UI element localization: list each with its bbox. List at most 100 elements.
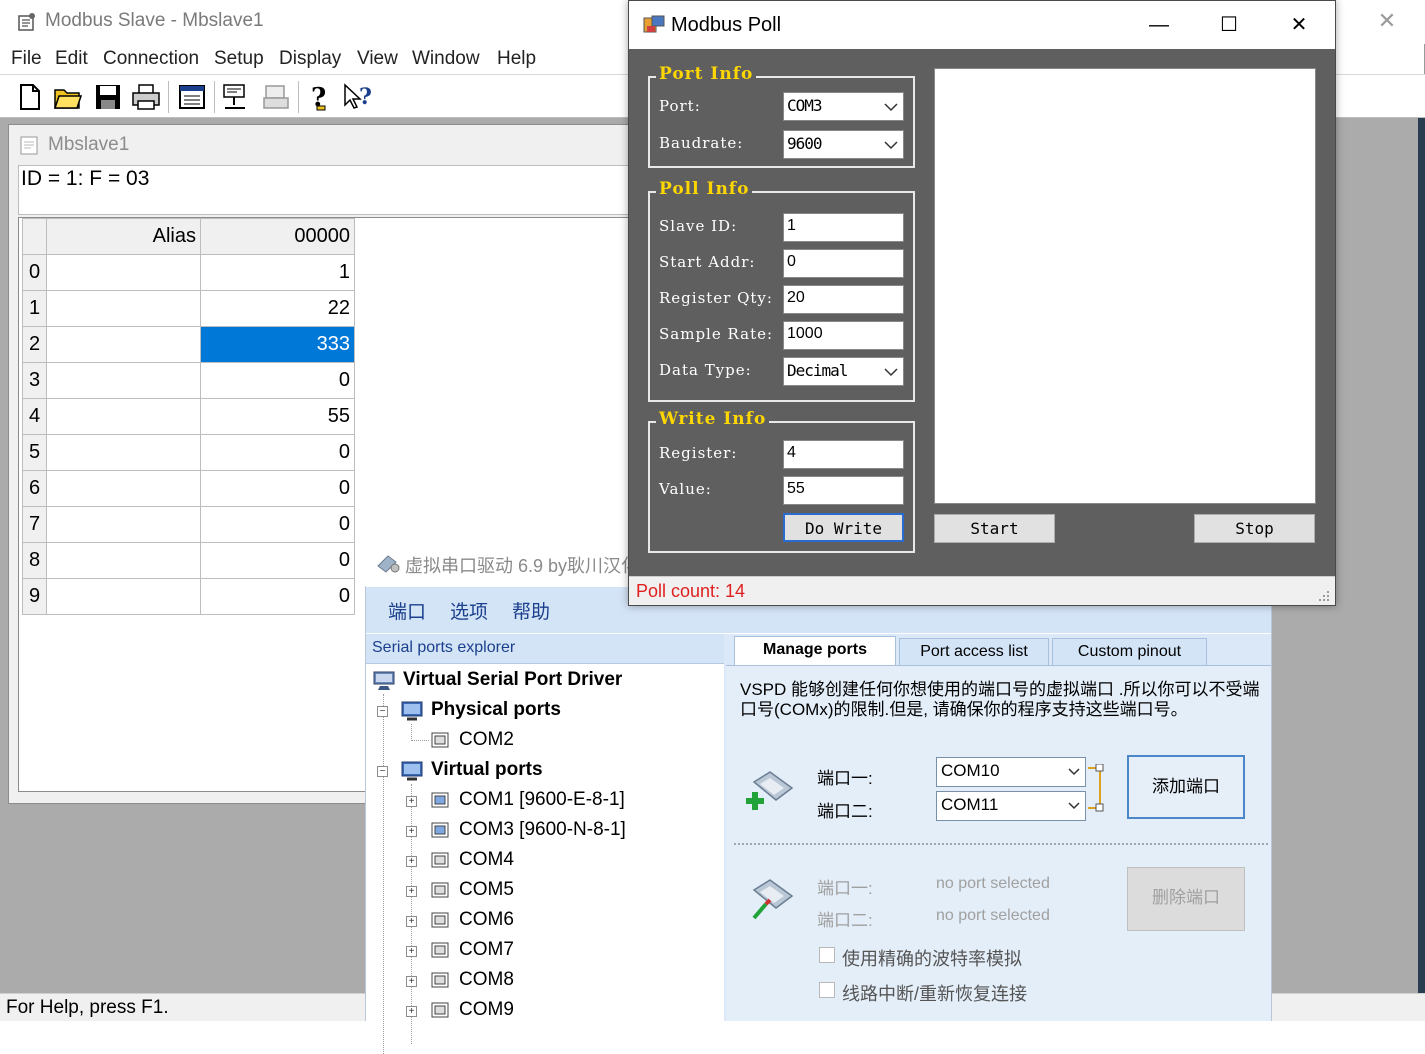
value-input[interactable]: 55 xyxy=(783,476,904,505)
slave-id-input[interactable]: 1 xyxy=(783,213,904,242)
tree-item-com7[interactable]: COM7 xyxy=(459,939,514,961)
tree-item-com3[interactable]: COM3 [9600-N-8-1] xyxy=(459,819,626,841)
alias-cell[interactable] xyxy=(46,362,201,399)
table-row[interactable]: 80 xyxy=(22,542,355,579)
table-row[interactable]: 30 xyxy=(22,362,355,399)
alias-cell[interactable] xyxy=(46,398,201,435)
menu-help[interactable]: Help xyxy=(497,48,536,70)
menu-display[interactable]: Display xyxy=(279,48,341,70)
alias-cell[interactable] xyxy=(46,254,201,291)
expand-icon[interactable]: + xyxy=(406,976,417,987)
tree-item-com8[interactable]: COM8 xyxy=(459,969,514,991)
tab-custom-pinout[interactable]: Custom pinout xyxy=(1052,638,1207,666)
value-cell[interactable]: 0 xyxy=(200,542,355,579)
context-help-icon[interactable]: ? xyxy=(342,81,374,113)
value-cell[interactable]: 0 xyxy=(200,362,355,399)
resize-grip-icon[interactable] xyxy=(1315,589,1331,605)
tree-item-com6[interactable]: COM6 xyxy=(459,909,514,931)
expand-icon[interactable]: + xyxy=(406,946,417,957)
table-row[interactable]: 2 333 xyxy=(22,326,355,363)
slave-close-button[interactable]: ✕ xyxy=(1372,6,1402,36)
new-file-icon[interactable] xyxy=(14,81,46,113)
alias-cell[interactable] xyxy=(46,578,201,615)
data-type-select[interactable]: Decimal xyxy=(783,357,904,386)
expand-icon[interactable]: + xyxy=(406,1006,417,1017)
minimize-button[interactable]: — xyxy=(1136,9,1182,41)
alias-cell[interactable] xyxy=(46,326,201,363)
window-icon[interactable] xyxy=(176,81,208,113)
table-row[interactable]: 50 xyxy=(22,434,355,471)
vspd-menu-help[interactable]: 帮助 xyxy=(512,597,550,624)
expand-icon[interactable]: + xyxy=(406,856,417,867)
alias-cell[interactable] xyxy=(46,434,201,471)
line-break-checkbox[interactable] xyxy=(819,982,835,998)
disconnect-icon[interactable] xyxy=(260,81,292,113)
value-cell[interactable]: 1 xyxy=(200,254,355,291)
value-cell[interactable]: 0 xyxy=(200,506,355,543)
menu-connection[interactable]: Connection xyxy=(103,48,199,70)
port-select[interactable]: COM3 xyxy=(783,92,904,121)
collapse-icon[interactable]: − xyxy=(377,766,388,777)
register-input[interactable]: 4 xyxy=(783,440,904,469)
port2-select[interactable]: COM11 xyxy=(936,791,1086,821)
alias-cell[interactable] xyxy=(46,290,201,327)
table-row[interactable]: 1 22 xyxy=(22,290,355,327)
table-row[interactable]: 70 xyxy=(22,506,355,543)
tab-port-access-list[interactable]: Port access list xyxy=(899,638,1049,666)
value-cell[interactable]: 0 xyxy=(200,434,355,471)
register-qty-input[interactable]: 20 xyxy=(783,285,904,314)
collapse-icon[interactable]: − xyxy=(377,706,388,717)
tab-manage-ports[interactable]: Manage ports xyxy=(734,636,896,666)
menu-edit[interactable]: Edit xyxy=(55,48,88,70)
baud-emulation-checkbox[interactable] xyxy=(819,947,835,963)
expand-icon[interactable]: + xyxy=(406,796,417,807)
serial-port-icon xyxy=(431,942,449,958)
table-row[interactable]: 90 xyxy=(22,578,355,615)
value-cell[interactable]: 22 xyxy=(200,290,355,327)
value-cell-selected[interactable]: 333 xyxy=(200,326,355,363)
alias-cell[interactable] xyxy=(46,506,201,543)
tree-item-com1[interactable]: COM1 [9600-E-8-1] xyxy=(459,789,625,811)
expand-icon[interactable]: + xyxy=(406,886,417,897)
start-addr-input[interactable]: 0 xyxy=(783,249,904,278)
menu-view[interactable]: View xyxy=(357,48,398,70)
open-folder-icon[interactable] xyxy=(52,81,84,113)
vspd-menu-options[interactable]: 选项 xyxy=(450,597,488,624)
tree-item-com5[interactable]: COM5 xyxy=(459,879,514,901)
menu-file[interactable]: File xyxy=(11,48,42,70)
start-button[interactable]: Start xyxy=(934,514,1055,543)
about-icon[interactable]: ? xyxy=(305,81,337,113)
poll-log-box[interactable] xyxy=(934,68,1316,504)
stop-button[interactable]: Stop xyxy=(1194,514,1315,543)
alias-cell[interactable] xyxy=(46,542,201,579)
tree-item-com2[interactable]: COM2 xyxy=(459,729,514,751)
vspd-menu-port[interactable]: 端口 xyxy=(388,597,426,624)
table-row[interactable]: 60 xyxy=(22,470,355,507)
value-cell[interactable]: 0 xyxy=(200,578,355,615)
maximize-button[interactable]: ☐ xyxy=(1206,9,1252,41)
alias-cell[interactable] xyxy=(46,470,201,507)
remove-port-button[interactable]: 删除端口 xyxy=(1127,867,1245,931)
table-row[interactable]: 4 55 xyxy=(22,398,355,435)
menu-setup[interactable]: Setup xyxy=(214,48,264,70)
add-port-button[interactable]: 添加端口 xyxy=(1127,755,1245,819)
expand-icon[interactable]: + xyxy=(406,826,417,837)
close-button[interactable]: ✕ xyxy=(1276,9,1322,41)
sample-rate-input[interactable]: 1000 xyxy=(783,321,904,350)
tree-item-com9[interactable]: COM9 xyxy=(459,999,514,1021)
value-cell[interactable]: 0 xyxy=(200,470,355,507)
do-write-button[interactable]: Do Write xyxy=(783,513,904,542)
tree-virtual-ports[interactable]: Virtual ports xyxy=(431,759,543,781)
save-icon[interactable] xyxy=(92,81,124,113)
baudrate-select[interactable]: 9600 xyxy=(783,130,904,159)
expand-icon[interactable]: + xyxy=(406,916,417,927)
port1-select[interactable]: COM10 xyxy=(936,757,1086,787)
value-cell[interactable]: 55 xyxy=(200,398,355,435)
tree-item-com4[interactable]: COM4 xyxy=(459,849,514,871)
connect-icon[interactable] xyxy=(220,81,252,113)
print-icon[interactable] xyxy=(130,81,162,113)
tree-root[interactable]: Virtual Serial Port Driver xyxy=(403,669,622,691)
tree-physical-ports[interactable]: Physical ports xyxy=(431,699,561,721)
menu-window[interactable]: Window xyxy=(412,48,480,70)
table-row[interactable]: 01 xyxy=(22,254,355,291)
